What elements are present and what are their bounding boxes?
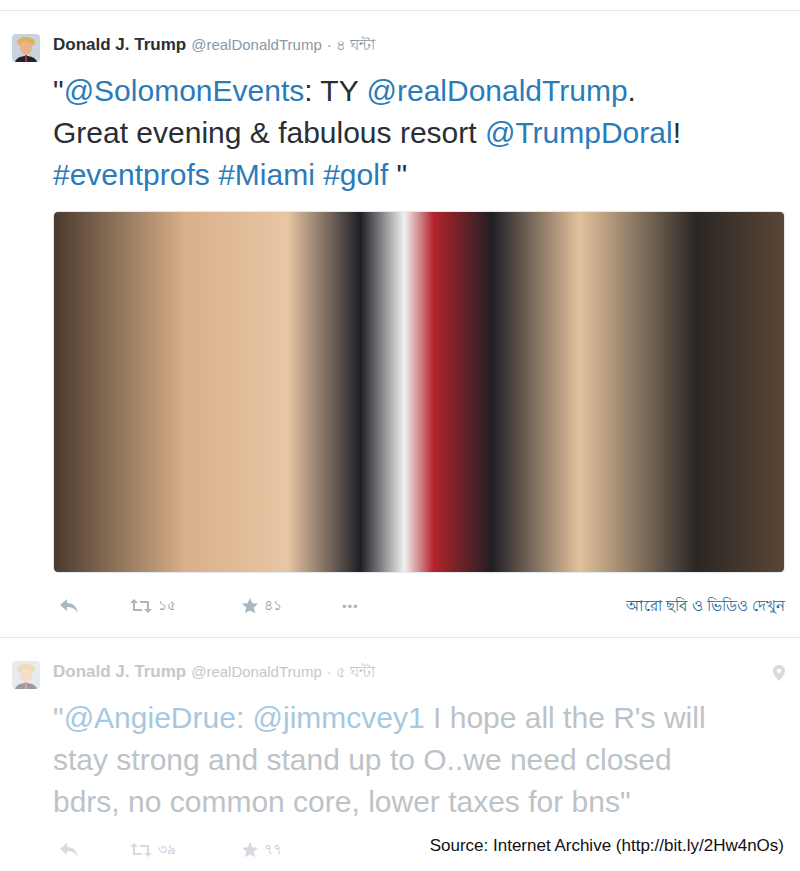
tweet-text-span: " [53, 701, 64, 734]
tweet-text-span: ! [673, 116, 681, 149]
tweet-time[interactable]: · ৪ ঘন্টা [327, 33, 375, 58]
tweet-text: "@AngieDrue: @jimmcvey1 I hope all the R… [53, 697, 785, 823]
tweet-content: Donald J. Trump @realDonaldTrump · ৪ ঘন্টা… [53, 33, 785, 619]
avatar-icon[interactable] [12, 661, 40, 689]
tweet-text-line: bdrs, no common core, lower taxes for bn… [53, 781, 785, 823]
tweet-link[interactable]: @SolomonEvents [64, 74, 305, 107]
retweet-icon[interactable] [130, 843, 152, 857]
avatar-icon[interactable] [12, 34, 40, 62]
tweet-text-span: . [628, 74, 636, 107]
favorite-count: ৪১ [264, 594, 282, 618]
tweet-text-line: Great evening & fabulous resort @TrumpDo… [53, 112, 785, 154]
tweet-link[interactable]: @jimmcvey1 [253, 701, 425, 734]
tweet-text-span: " [388, 158, 407, 191]
tweet-text-line: #eventprofs #Miami #golf " [53, 154, 785, 196]
tweet-text-line: "@AngieDrue: @jimmcvey1 I hope all the R… [53, 697, 785, 739]
reply-icon[interactable] [60, 599, 78, 613]
star-icon[interactable] [242, 598, 258, 614]
tweet-link[interactable]: @AngieDrue [64, 701, 236, 734]
timeline: Donald J. Trump @realDonaldTrump · ৪ ঘন্টা… [0, 0, 800, 871]
tweet-header: Donald J. Trump @realDonaldTrump · ৫ ঘন্টা [53, 660, 785, 685]
tweet-text-span: Great evening & fabulous resort [53, 116, 485, 149]
more-button[interactable]: ••• [342, 599, 359, 614]
tweet: Donald J. Trump @realDonaldTrump · ৪ ঘন্টা… [0, 11, 800, 638]
tweet-link[interactable]: @realDonaldTrump [367, 74, 628, 107]
tweet-text: "@SolomonEvents: TY @realDonaldTrump.Gre… [53, 70, 785, 196]
favorite-count: ৭৭ [264, 838, 282, 862]
tweet-text-span: : TY [304, 74, 366, 107]
tweet-text-span: I hope all the R's will [425, 701, 706, 734]
retweet-count: ৩৯ [158, 838, 176, 862]
reply-button[interactable] [60, 843, 130, 857]
tweet-text-line: stay strong and stand up to O..we need c… [53, 739, 785, 781]
tweet-content: Donald J. Trump @realDonaldTrump · ৫ ঘন্টা… [53, 660, 785, 863]
retweet-count: ১৫ [158, 594, 176, 618]
tweet-text-span: stay strong and stand up to O..we need c… [53, 743, 672, 776]
retweet-icon[interactable] [130, 599, 152, 613]
tweet-header: Donald J. Trump @realDonaldTrump · ৪ ঘন্টা [53, 33, 785, 58]
favorite-button[interactable]: ৪১ [242, 594, 342, 618]
location-pin-icon[interactable] [773, 665, 785, 681]
tweet-text-span: " [53, 74, 64, 107]
author-handle[interactable]: @realDonaldTrump [191, 36, 322, 53]
tweet-text-span: bdrs, no common core, lower taxes for bn… [53, 785, 631, 818]
avatar-icon[interactable] [12, 34, 40, 62]
star-icon[interactable] [242, 842, 258, 858]
avatar-icon[interactable] [12, 661, 40, 689]
favorite-button[interactable]: ৭৭ [242, 838, 342, 862]
author-name[interactable]: Donald J. Trump [53, 662, 186, 682]
media-link[interactable]: আরো ছবি ও ভিডিও দেখুন [626, 594, 785, 619]
tweet-text-span [210, 158, 218, 191]
author-name[interactable]: Donald J. Trump [53, 35, 186, 55]
retweet-button[interactable]: ৩৯ [130, 838, 242, 862]
tweet-text-line: "@SolomonEvents: TY @realDonaldTrump. [53, 70, 785, 112]
tweet-link[interactable]: @TrumpDoral [485, 116, 673, 149]
tweet-time[interactable]: · ৫ ঘন্টা [327, 660, 375, 685]
reply-button[interactable] [60, 599, 130, 613]
tweet-link[interactable]: #Miami [218, 158, 315, 191]
tweet-text-span [315, 158, 323, 191]
tweet-link[interactable]: #eventprofs [53, 158, 210, 191]
author-handle[interactable]: @realDonaldTrump [191, 663, 322, 680]
reply-icon[interactable] [60, 843, 78, 857]
tweet-text-span: : [236, 701, 253, 734]
source-caption: Source: Internet Archive (http://bit.ly/… [426, 835, 788, 857]
retweet-button[interactable]: ১৫ [130, 594, 242, 618]
tweet-actions: ১৫ ৪১ ••• আরো ছবি ও ভিডিও দেখুন [53, 593, 785, 619]
tweet-photo[interactable] [53, 211, 785, 573]
tweet-link[interactable]: #golf [323, 158, 388, 191]
